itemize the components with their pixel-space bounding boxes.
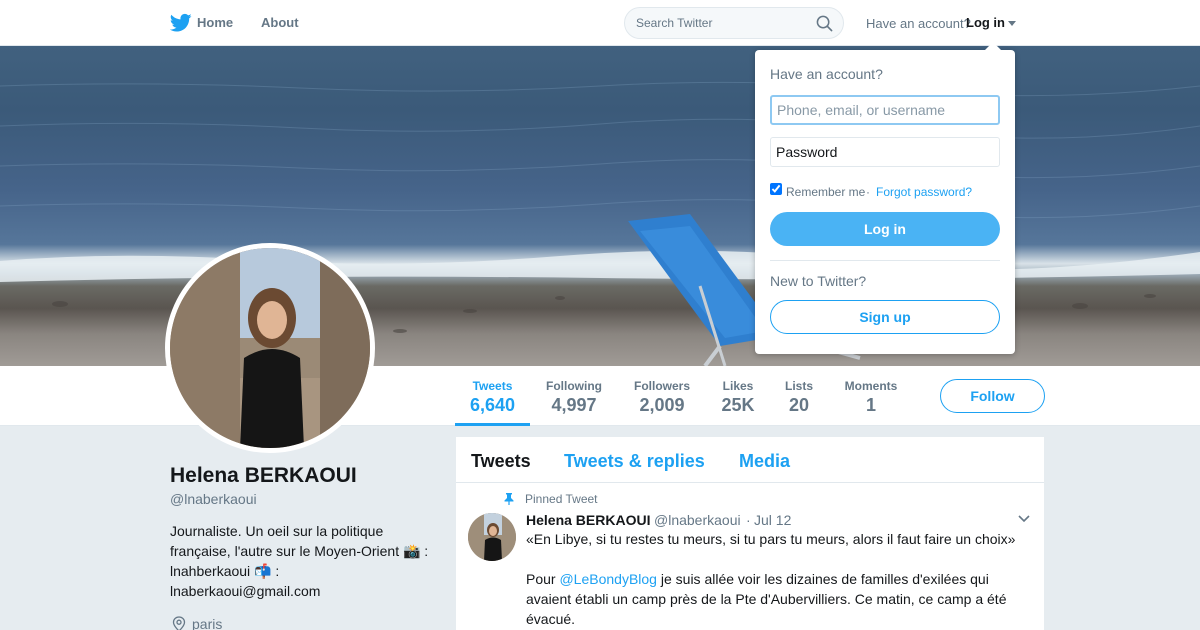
tweet-author-avatar[interactable] (468, 513, 516, 561)
tweet-author-name[interactable]: Helena BERKAOUI (526, 512, 650, 528)
search-icon[interactable] (816, 15, 833, 32)
login-button[interactable]: Log in (770, 212, 1000, 246)
tweet-text-line-2: Pour @LeBondyBlog je suis allée voir les… (526, 569, 1026, 629)
stat-followers-label: Followers (633, 379, 690, 393)
pinned-tweet-label: Pinned Tweet (525, 492, 598, 506)
login-dropdown: Have an account? Remember me · Forgot pa… (755, 42, 1015, 354)
profile-handle[interactable]: @lnaberkaoui (170, 491, 257, 507)
profile-name[interactable]: Helena BERKAOUI (170, 464, 357, 488)
tweet-timestamp[interactable]: Jul 12 (754, 512, 791, 528)
stat-moments-label: Moments (844, 379, 898, 393)
follow-button[interactable]: Follow (940, 379, 1045, 413)
search-input[interactable] (636, 15, 806, 31)
forgot-password-link[interactable]: Forgot password? (876, 185, 972, 199)
stat-following-label: Following (546, 379, 602, 393)
tweet-text-line-1: «En Libye, si tu restes tu meurs, si tu … (526, 531, 1016, 547)
stat-followers-value: 2,009 (639, 395, 685, 415)
tweet-separator: · (746, 512, 751, 528)
dropdown-arrow (985, 42, 1001, 50)
username-field[interactable] (770, 95, 1000, 125)
tweet-author-handle[interactable]: @lnaberkaoui (654, 512, 741, 528)
tweet-avatar-photo (468, 513, 516, 561)
tab-media[interactable]: Media (739, 451, 790, 472)
chevron-down-icon[interactable] (1008, 21, 1016, 26)
stat-lists-label: Lists (784, 379, 813, 393)
remember-me-checkbox[interactable] (770, 183, 782, 195)
tab-tweets-and-replies[interactable]: Tweets & replies (564, 451, 705, 472)
dropdown-divider (770, 260, 1000, 261)
stat-likes-label: Likes (722, 379, 754, 393)
nav-home-link[interactable]: Home (197, 15, 233, 30)
stat-likes[interactable]: Likes 25K (716, 366, 760, 426)
stat-moments[interactable]: Moments 1 (838, 366, 904, 426)
stat-followers[interactable]: Followers 2,009 (628, 366, 696, 426)
profile-bio: Journaliste. Un oeil sur la politique fr… (170, 523, 429, 599)
stat-moments-value: 1 (865, 395, 876, 415)
stat-following-value: 4,997 (551, 395, 597, 415)
stat-following[interactable]: Following 4,997 (540, 366, 608, 426)
have-account-text: Have an account? (866, 16, 971, 31)
remember-me-label[interactable]: Remember me (786, 185, 865, 199)
profile-location: paris (192, 616, 223, 630)
stat-tweets-value: 6,640 (469, 395, 516, 415)
signup-button[interactable]: Sign up (770, 300, 1000, 334)
nav-about-link[interactable]: About (261, 15, 299, 30)
password-field[interactable] (770, 137, 1000, 167)
location-pin-icon (172, 616, 186, 630)
timeline-tabs: Tweets Tweets & replies Media (456, 437, 1044, 483)
login-dropdown-title: Have an account? (770, 66, 883, 82)
remember-separator: · (866, 185, 870, 199)
stat-tweets[interactable]: Tweets 6,640 (455, 366, 530, 426)
tab-tweets[interactable]: Tweets (471, 451, 531, 472)
login-dropdown-toggle[interactable]: Log in (966, 15, 1005, 30)
top-navigation-bar: Home About Have an account? Log in (0, 0, 1200, 46)
chevron-down-icon[interactable] (1018, 515, 1030, 523)
stat-lists[interactable]: Lists 20 (780, 366, 818, 426)
stat-likes-value: 25K (721, 395, 755, 415)
tweet-text-prefix: Pour (526, 571, 560, 587)
stat-lists-value: 20 (788, 395, 810, 415)
avatar-photo (170, 248, 370, 448)
search-box (624, 7, 844, 39)
new-to-twitter-text: New to Twitter? (770, 273, 867, 289)
stat-tweets-label: Tweets (472, 379, 513, 393)
tweet-text: «En Libye, si tu restes tu meurs, si tu … (526, 529, 1026, 630)
tweet-mention-link[interactable]: @LeBondyBlog (559, 571, 657, 587)
timeline-panel: Tweets Tweets & replies Media Pinned Twe… (456, 437, 1044, 630)
pin-icon (504, 493, 514, 505)
profile-avatar[interactable] (165, 243, 375, 453)
twitter-bird-icon[interactable] (170, 13, 192, 33)
